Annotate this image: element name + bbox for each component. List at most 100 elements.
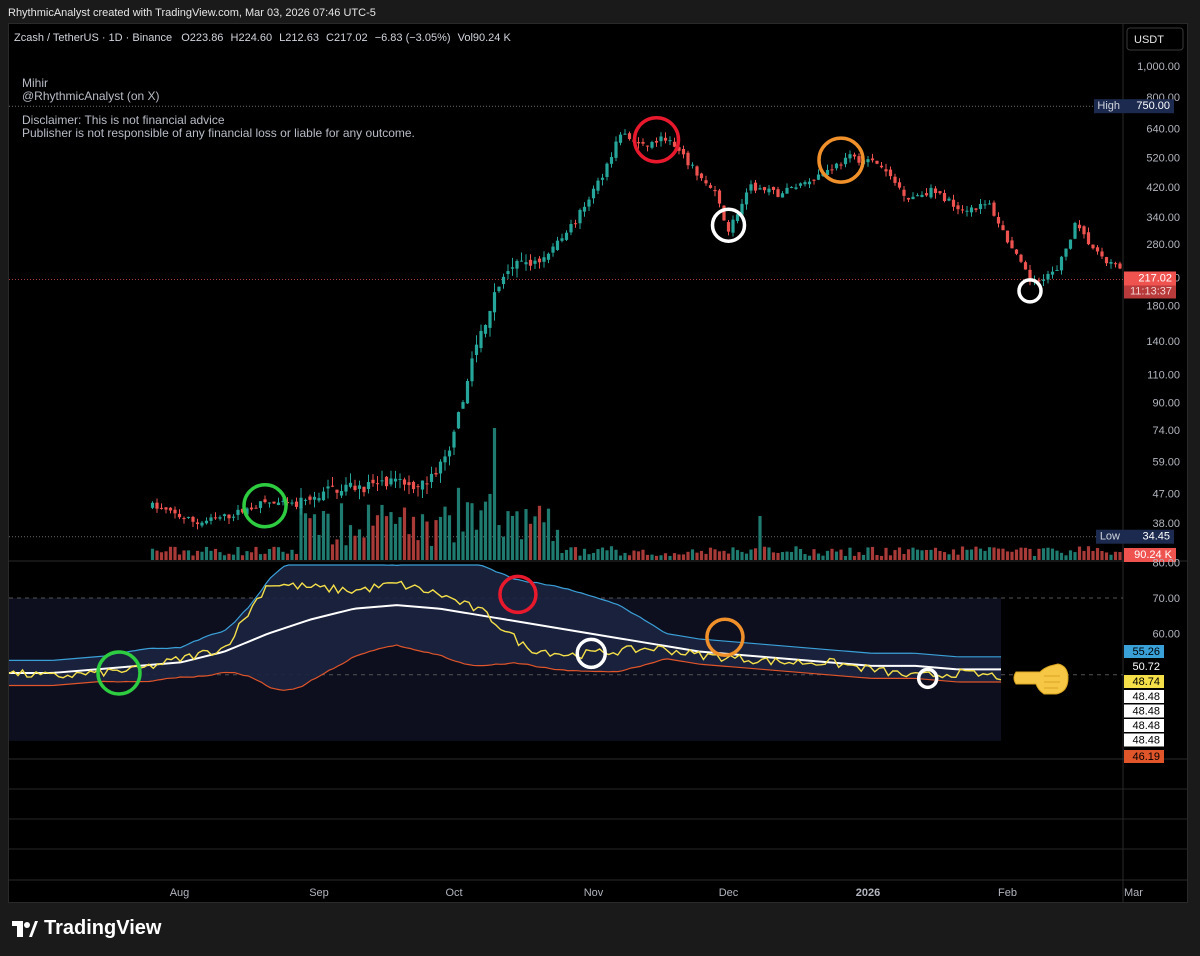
currency-button-label: USDT [1134, 34, 1164, 46]
volume-bar [758, 516, 762, 560]
candle-body [893, 176, 897, 183]
candle-body [578, 209, 582, 224]
candle-body [1014, 249, 1019, 254]
candle-body [875, 160, 879, 164]
candle-body [195, 522, 200, 525]
volume-bar [596, 549, 600, 560]
candle-body [164, 507, 168, 510]
volume-bar [668, 555, 672, 560]
low-value-label: 34.45 [1142, 531, 1170, 543]
candle-body [816, 174, 821, 180]
empty-panes [9, 758, 1188, 850]
rsi-axis: 80.00 70.00 60.00 55.26 50.72 48.74 48.48 48.48… [1124, 557, 1180, 763]
volume-bar [983, 550, 987, 560]
candle-body [690, 164, 695, 166]
volume-bar [587, 554, 591, 560]
legend-symbol: Zcash / TetherUS · 1D · Binance [14, 32, 172, 44]
volume-bar [222, 555, 227, 560]
candle-body [155, 502, 159, 509]
volume-bar [695, 552, 699, 560]
volume-bar [623, 552, 627, 560]
watermark-author: Mihir [22, 76, 48, 90]
candle-body [150, 502, 155, 508]
volume-bar [726, 553, 731, 560]
volume-bar [816, 553, 821, 560]
candle-body [236, 509, 240, 515]
volume-bar [438, 516, 443, 560]
candle-body [357, 485, 362, 489]
volume-bar [227, 553, 231, 560]
volume-bar [830, 548, 834, 560]
volume-bar [267, 548, 272, 560]
volume-bar [780, 552, 785, 560]
volume-bar [159, 552, 164, 560]
volume-bar [312, 514, 317, 560]
volume-bar [213, 548, 218, 560]
candle-body [182, 518, 186, 520]
chart-svg[interactable]: Zcash / TetherUS · 1D · Binance O223.86 … [0, 0, 1200, 956]
candle-body [209, 517, 213, 521]
volume-bar [1113, 551, 1118, 560]
volume-bar [362, 537, 366, 560]
volume-bar [564, 549, 569, 560]
candle-body [393, 478, 398, 482]
volume-bar [497, 525, 501, 560]
volume-bar [627, 555, 632, 560]
rsi-pane[interactable] [8, 564, 1123, 741]
volume-bar [456, 487, 461, 560]
candle-body [276, 502, 281, 505]
candle-body [672, 141, 677, 147]
volume-bar [857, 552, 861, 560]
candle-body [812, 179, 816, 181]
volume-bar [573, 547, 578, 560]
candle-body [1104, 257, 1109, 264]
price-tick-label: 520.00 [1146, 152, 1180, 164]
volume-bar [447, 515, 452, 560]
candle-body [627, 133, 632, 140]
candle-body [519, 260, 524, 262]
volume-bar [744, 553, 749, 560]
candle-body [906, 197, 911, 200]
candle-body [533, 260, 537, 264]
candle-body [335, 489, 339, 493]
legend-low: 212.63 [285, 32, 319, 44]
candle-body [924, 193, 929, 196]
volume-bar [1077, 546, 1082, 560]
volume-bar [569, 547, 573, 560]
high-value-label: 750.00 [1136, 100, 1170, 112]
volume-bar [366, 504, 371, 560]
volume-bar [663, 553, 668, 560]
time-tick-label: 2026 [856, 887, 880, 899]
candle-body [443, 456, 447, 463]
volume-bar [164, 551, 168, 560]
candle-body [1050, 271, 1055, 275]
candle-body [380, 480, 384, 482]
candle-body [159, 507, 164, 509]
volume-bar [389, 512, 393, 560]
candle-body [857, 156, 861, 163]
orange-circle-marker [817, 136, 865, 184]
candle-body [794, 187, 798, 189]
time-tick-label: Nov [584, 887, 604, 899]
volume-bar [258, 554, 263, 560]
candle-body [330, 485, 335, 487]
volume-bar [681, 554, 686, 560]
tradingview-logo[interactable]: TradingView [12, 917, 161, 940]
volume-bar [659, 555, 663, 560]
volume-bar [168, 546, 173, 560]
volume-bar [704, 553, 708, 560]
legend-close-label: C [326, 32, 334, 44]
candle-body [983, 204, 987, 206]
volume-bar [204, 546, 209, 560]
candle-body [470, 358, 474, 382]
volume-bar [542, 522, 546, 560]
candle-body [614, 141, 618, 158]
candle-body [920, 194, 924, 197]
candles[interactable] [150, 129, 1144, 530]
candle-body [411, 481, 416, 490]
volume-bar [407, 534, 411, 560]
candle-body [375, 483, 380, 485]
volume-bar [483, 501, 488, 560]
volume-bar [1050, 548, 1055, 560]
candle-body [897, 182, 902, 188]
